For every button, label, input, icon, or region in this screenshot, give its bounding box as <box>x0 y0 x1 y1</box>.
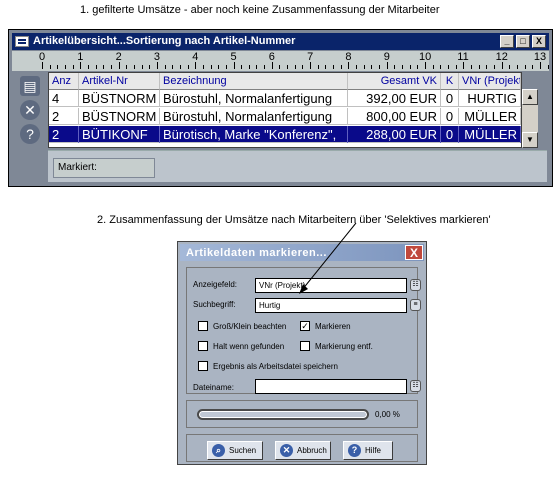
annotation-arrow <box>299 222 357 294</box>
